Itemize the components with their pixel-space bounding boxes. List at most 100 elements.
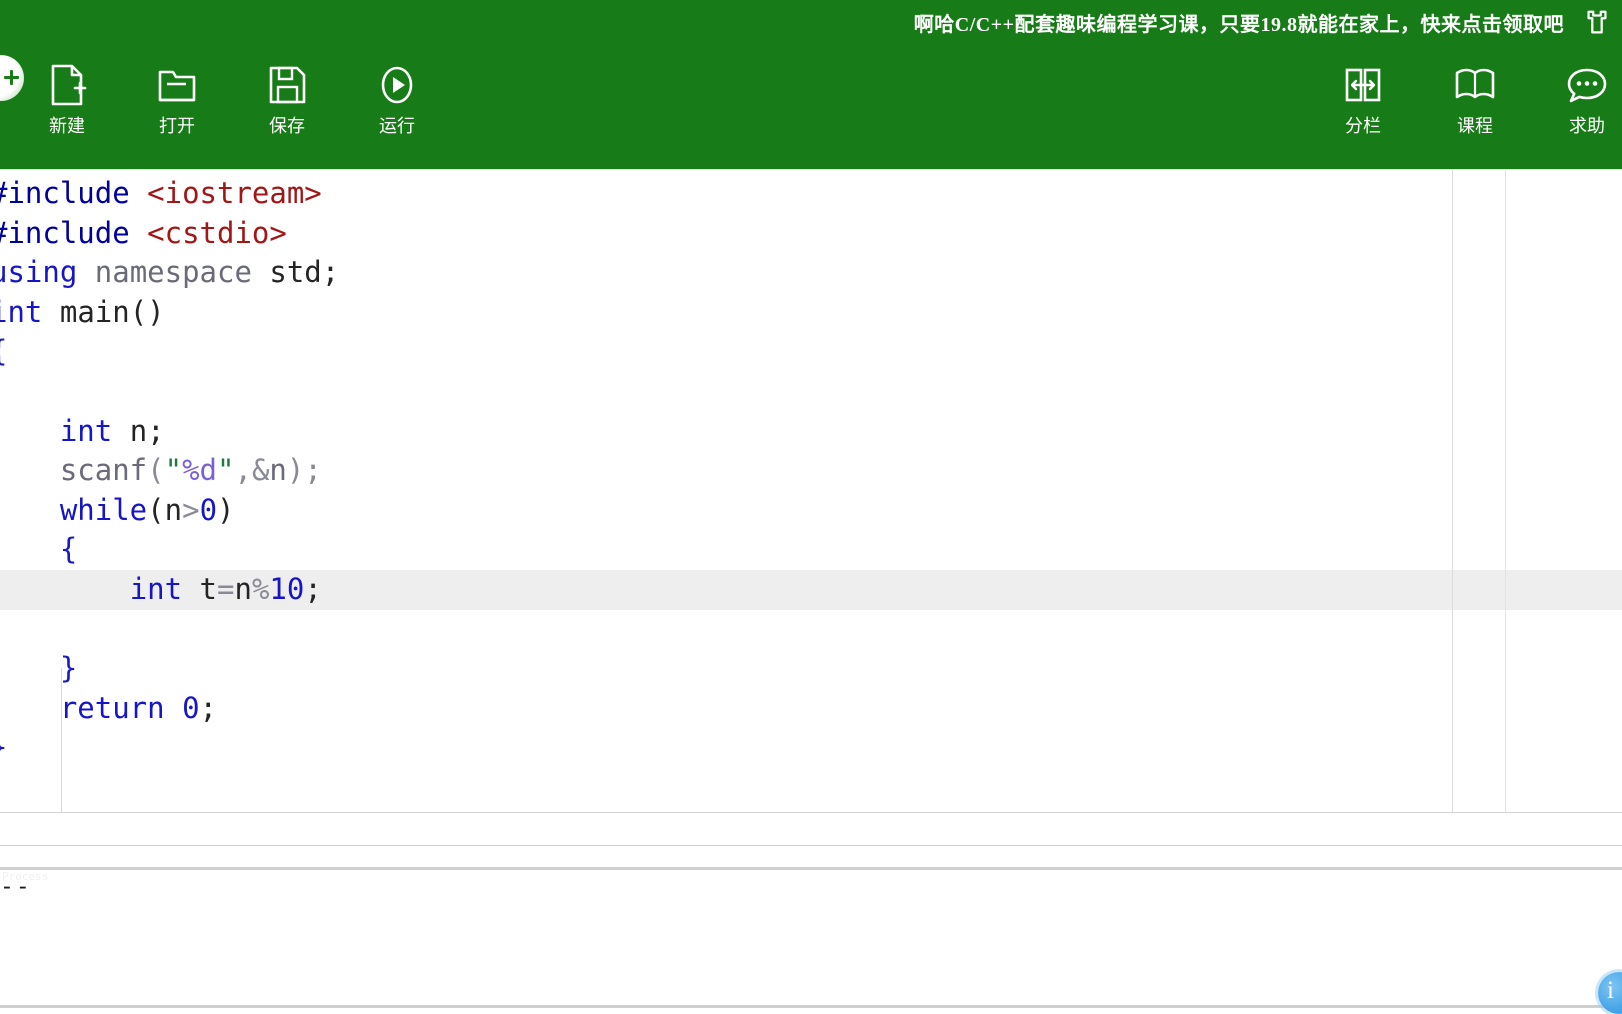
code-token: <cstdio> (147, 215, 287, 250)
code-token: ( (147, 492, 165, 527)
code-line[interactable]: using namespace std; (0, 253, 1622, 293)
code-line[interactable]: while(n>0) (0, 491, 1622, 531)
toolbar: 啊哈C/C++配套趣味编程学习课，只要19.8就能在家上，快来点击领取吧 新建 (0, 0, 1622, 169)
run-button[interactable]: 运行 (366, 62, 428, 138)
new-file-label: 新建 (49, 116, 85, 136)
code-line-text: while(n>0) (0, 491, 235, 531)
course-label: 课程 (1457, 116, 1493, 136)
code-token: scanf (59, 453, 148, 488)
output-panel[interactable]: Process -- (0, 870, 1622, 1005)
editor-top-rule (0, 169, 1622, 170)
save-file-label: 保存 (269, 116, 305, 136)
code-token: using (0, 255, 78, 290)
code-line[interactable]: { (0, 530, 1622, 570)
code-token: ; (321, 255, 340, 290)
window-bottom-rule (0, 1005, 1622, 1008)
run-play-icon (381, 66, 413, 104)
code-line-text: int main() (0, 293, 165, 333)
status-top-rule (0, 845, 1622, 846)
split-columns-icon (1345, 68, 1381, 102)
code-token: n (129, 413, 148, 448)
code-token: & (251, 453, 270, 488)
code-token: 0 (199, 492, 218, 527)
code-token: ; (199, 690, 218, 725)
course-button[interactable]: 课程 (1444, 62, 1506, 138)
output-text: -- (0, 874, 32, 900)
code-token: n (269, 453, 287, 488)
open-file-button[interactable]: 打开 (146, 62, 208, 138)
code-line[interactable]: #include <cstdio> (0, 214, 1622, 254)
code-editor[interactable]: #include <iostream>#include <cstdio>usin… (0, 169, 1622, 812)
help-chat-icon (1567, 68, 1607, 103)
code-token: " (217, 453, 235, 488)
save-floppy-icon (269, 66, 306, 104)
code-line-text: { (0, 332, 7, 372)
code-text-area[interactable]: #include <iostream>#include <cstdio>usin… (0, 174, 1622, 768)
toolbar-right-group: 分栏 课程 求助 (1332, 62, 1618, 138)
code-line[interactable] (0, 610, 1622, 650)
status-bar (0, 846, 1622, 867)
code-line[interactable]: int main() (0, 293, 1622, 333)
code-token: } (0, 730, 7, 764)
split-columns-button[interactable]: 分栏 (1332, 62, 1394, 138)
ahaa-c-ide-window: 啊哈C/C++配套趣味编程学习课，只要19.8就能在家上，快来点击领取吧 新建 (0, 0, 1622, 1014)
indent-guide (61, 668, 62, 812)
code-line-text: int n; (0, 412, 165, 452)
code-token: return (59, 690, 165, 725)
code-token: " (164, 453, 183, 488)
help-button[interactable]: 求助 (1556, 62, 1618, 138)
code-line[interactable]: scanf("%d",&n); (0, 451, 1622, 491)
save-file-button[interactable]: 保存 (256, 62, 318, 138)
code-line[interactable]: { (0, 332, 1622, 372)
code-token: %d (182, 453, 218, 488)
open-folder-icon (158, 70, 196, 102)
toolbar-left-group: 新建 打开 保存 运行 (36, 62, 428, 138)
code-token: n (164, 492, 183, 527)
code-line-text: #include <cstdio> (0, 214, 287, 254)
code-token: int (129, 571, 183, 606)
code-line-text: #include <iostream> (0, 174, 322, 214)
code-token: , (234, 453, 252, 488)
code-line[interactable]: #include <iostream> (0, 174, 1622, 214)
editor-right-divider (1452, 169, 1453, 812)
code-token: % (251, 571, 270, 606)
code-token: while (59, 492, 148, 527)
new-file-button[interactable]: 新建 (36, 62, 98, 138)
code-token: { (59, 532, 78, 567)
code-token: ) (217, 492, 235, 527)
code-token: 0 (182, 690, 200, 725)
gift-shirt-icon[interactable] (1582, 7, 1612, 37)
new-file-icon (51, 64, 87, 106)
code-line[interactable]: } (0, 649, 1622, 689)
code-line[interactable]: int n; (0, 412, 1622, 452)
code-line-text: scanf("%d",&n); (0, 451, 322, 491)
run-label: 运行 (379, 116, 415, 136)
code-token: > (182, 492, 200, 527)
code-token: ( (147, 453, 165, 488)
code-token: main (59, 294, 130, 329)
code-line[interactable] (0, 372, 1622, 412)
code-line[interactable]: } (0, 728, 1622, 768)
split-columns-label: 分栏 (1345, 116, 1381, 136)
code-token: } (59, 651, 78, 686)
code-line-text: int t=n%10; (0, 570, 322, 610)
code-line[interactable]: return 0; (0, 689, 1622, 729)
code-token: n (234, 571, 252, 606)
plus-circle-icon[interactable] (0, 55, 24, 101)
code-line[interactable]: int t=n%10; (0, 569, 1622, 610)
editor-panel-divider (1505, 170, 1506, 813)
promo-banner[interactable]: 啊哈C/C++配套趣味编程学习课，只要19.8就能在家上，快来点击领取吧 (862, 0, 1622, 44)
code-token: int (59, 413, 113, 448)
code-token: 10 (269, 571, 305, 606)
promo-banner-text: 啊哈C/C++配套趣味编程学习课，只要19.8就能在家上，快来点击领取吧 (913, 13, 1564, 36)
info-circle-glyph: i (1607, 977, 1614, 1004)
